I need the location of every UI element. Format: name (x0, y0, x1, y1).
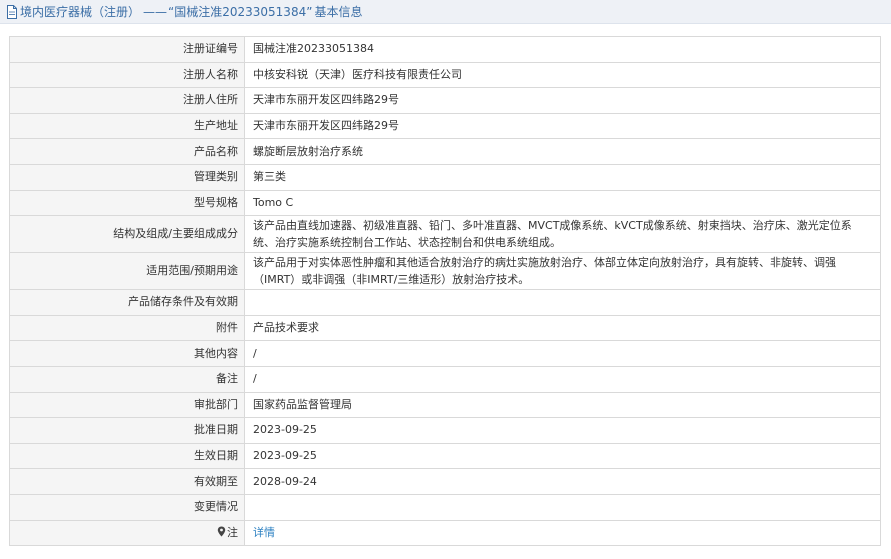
header-registration-title: “国械注准20233051384” (168, 5, 313, 19)
header-suffix: 基本信息 (314, 5, 363, 19)
row-value: 第三类 (244, 163, 881, 191)
row-value: 中核安科锐（天津）医疗科技有限责任公司 (244, 61, 881, 89)
row-value: Tomo C (244, 189, 881, 217)
details-link[interactable]: 详情 (253, 526, 275, 539)
table-row: 生产地址 天津市东丽开发区四纬路29号 (9, 112, 881, 140)
row-label: 产品名称 (9, 138, 245, 165)
table-row: 变更情况 (9, 493, 881, 521)
row-label: 附件 (9, 314, 245, 342)
row-value: 螺旋断层放射治疗系统 (244, 138, 881, 165)
row-label: 结构及组成/主要组成成分 (9, 215, 245, 254)
row-label: 审批部门 (9, 391, 245, 419)
row-label: 产品储存条件及有效期 (9, 289, 245, 316)
info-table: 注册证编号 国械注准20233051384 注册人名称 中核安科锐（天津）医疗科… (9, 36, 881, 547)
row-label: 型号规格 (9, 189, 245, 217)
row-value: 2023-09-25 (244, 417, 881, 444)
table-row: 审批部门 国家药品监督管理局 (9, 391, 881, 419)
header-separator: —— (143, 4, 168, 19)
row-label: 变更情况 (9, 493, 245, 521)
row-label: 注册人名称 (9, 61, 245, 89)
row-value: 国家药品监督管理局 (244, 391, 881, 419)
info-table-wrapper: 注册证编号 国械注准20233051384 注册人名称 中核安科锐（天津）医疗科… (9, 36, 881, 547)
row-label: 注册人住所 (9, 87, 245, 114)
table-row: 适用范围/预期用途 该产品用于对实体恶性肿瘤和其他适合放射治疗的病灶实施放射治疗… (9, 252, 881, 291)
row-label: 有效期至 (9, 468, 245, 495)
row-value: 天津市东丽开发区四纬路29号 (244, 87, 881, 114)
row-label: 批准日期 (9, 417, 245, 444)
row-value (244, 493, 881, 521)
table-row: 型号规格 Tomo C (9, 189, 881, 217)
note-label-cell: 注 (9, 519, 245, 547)
location-pin-icon (217, 526, 226, 537)
table-row: 产品储存条件及有效期 (9, 289, 881, 316)
row-label: 其他内容 (9, 340, 245, 367)
table-row: 有效期至 2028-09-24 (9, 468, 881, 495)
note-label: 注 (227, 525, 238, 539)
table-row: 产品名称 螺旋断层放射治疗系统 (9, 138, 881, 165)
table-row: 附件 产品技术要求 (9, 314, 881, 342)
row-value: 天津市东丽开发区四纬路29号 (244, 112, 881, 140)
row-value: 该产品用于对实体恶性肿瘤和其他适合放射治疗的病灶实施放射治疗、体部立体定向放射治… (244, 252, 881, 291)
row-label: 生效日期 (9, 442, 245, 470)
row-label: 管理类别 (9, 163, 245, 191)
row-value: 2023-09-25 (244, 442, 881, 470)
table-row: 生效日期 2023-09-25 (9, 442, 881, 470)
row-label: 备注 (9, 365, 245, 393)
table-row: 注册证编号 国械注准20233051384 (9, 36, 881, 63)
row-label: 生产地址 (9, 112, 245, 140)
document-icon (7, 4, 17, 19)
table-row: 管理类别 第三类 (9, 163, 881, 191)
header-category: 境内医疗器械（注册） (20, 5, 141, 19)
row-value: 2028-09-24 (244, 468, 881, 495)
row-value: / (244, 340, 881, 367)
row-value: 国械注准20233051384 (244, 36, 881, 63)
page-header: 境内医疗器械（注册） —— “国械注准20233051384” 基本信息 (0, 0, 891, 24)
note-row: 注 详情 (9, 519, 881, 547)
row-value (244, 289, 881, 316)
table-row: 备注 / (9, 365, 881, 393)
note-value-cell: 详情 (244, 519, 881, 547)
row-value: 产品技术要求 (244, 314, 881, 342)
table-row: 注册人住所 天津市东丽开发区四纬路29号 (9, 87, 881, 114)
table-row: 注册人名称 中核安科锐（天津）医疗科技有限责任公司 (9, 61, 881, 89)
row-value: 该产品由直线加速器、初级准直器、铅门、多叶准直器、MVCT成像系统、kVCT成像… (244, 215, 881, 254)
row-label: 适用范围/预期用途 (9, 252, 245, 291)
table-row: 其他内容 / (9, 340, 881, 367)
table-row: 批准日期 2023-09-25 (9, 417, 881, 444)
row-label: 注册证编号 (9, 36, 245, 63)
row-value: / (244, 365, 881, 393)
table-row: 结构及组成/主要组成成分 该产品由直线加速器、初级准直器、铅门、多叶准直器、MV… (9, 215, 881, 254)
